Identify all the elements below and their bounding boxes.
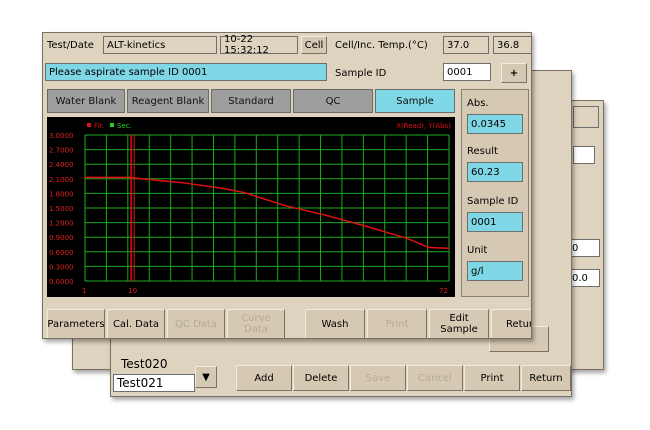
data-point (284, 204, 286, 207)
side-sample-id-label: Sample ID (467, 196, 519, 207)
sample-id-label: Sample ID (335, 68, 387, 79)
data-point (222, 187, 225, 190)
legend-swatch-sec (110, 123, 114, 127)
axis-title: X(Read), Y(Abs) (396, 122, 451, 130)
unit-label: Unit (467, 245, 488, 256)
data-point (84, 176, 86, 179)
main-window: Test/Date ALT-kinetics 10-22 15:32:12 Ce… (42, 32, 532, 339)
tab-water-blank[interactable]: Water Blank (47, 89, 125, 113)
y-tick-label: 2.1000 (49, 176, 74, 184)
dropdown-arrow-icon[interactable]: ▼ (195, 366, 217, 388)
cell-button[interactable]: Cell (301, 36, 327, 54)
qc-data-button[interactable]: QC Data (167, 309, 225, 338)
y-tick-label: 3.0000 (49, 132, 74, 140)
edit-sample-button[interactable]: Edit Sample (429, 309, 489, 338)
data-point (407, 237, 409, 240)
message-bar: Please aspirate sample ID 0001 (45, 63, 327, 81)
cal-data-button[interactable]: Cal. Data (107, 309, 165, 338)
back2-field-top[interactable] (573, 106, 599, 128)
result-value: 60.23 (467, 162, 523, 182)
legend-label: Sec. (117, 122, 132, 130)
temp-label: Cell/Inc. Temp.(°C) (335, 40, 428, 51)
return-button[interactable]: Return (521, 365, 571, 391)
y-tick-label: 0.3000 (49, 263, 74, 271)
test-name-field[interactable]: ALT-kinetics (103, 36, 217, 54)
y-tick-label: 1.5000 (49, 205, 74, 213)
y-tick-label: 2.7000 (49, 147, 74, 155)
temp-value-1: 37.0 (443, 36, 489, 54)
x-tick-label: 10 (128, 287, 137, 295)
data-point (130, 176, 132, 179)
curve-data-button[interactable]: Curve Data (227, 309, 285, 338)
tab-sample[interactable]: Sample (375, 89, 455, 113)
x-tick-label: 1 (82, 287, 86, 295)
data-point (181, 181, 184, 184)
data-point (325, 214, 327, 217)
abs-label: Abs. (467, 98, 489, 109)
abs-value: 0.0345 (467, 114, 523, 134)
plus-button[interactable]: + (501, 63, 527, 83)
list-item[interactable]: Test020 (121, 357, 168, 371)
back2-value-1[interactable]: 0 (568, 239, 600, 257)
y-tick-label: 1.2000 (49, 220, 74, 228)
absorbance-chart: 3.0000 2.7000 2.4000 2.1000 1.8000 1.5000 1.20… (47, 117, 455, 297)
x-tick-label: 72 (439, 287, 448, 295)
y-tick-label: 1.8000 (49, 190, 74, 198)
back2-field-1[interactable] (573, 146, 595, 164)
add-button[interactable]: Add (236, 365, 292, 391)
sample-id-field[interactable]: 0001 (443, 63, 491, 81)
list-item[interactable]: Test021 (113, 374, 195, 392)
unit-value: g/l (467, 261, 523, 281)
side-sample-id-value: 0001 (467, 212, 523, 232)
y-tick-label: 2.4000 (49, 161, 74, 169)
tab-standard[interactable]: Standard (211, 89, 291, 113)
parameters-button[interactable]: Parameters (47, 309, 105, 338)
data-point (140, 178, 143, 180)
delete-button[interactable]: Delete (293, 365, 349, 391)
tab-qc[interactable]: QC (293, 89, 373, 113)
y-tick-label: 0.9000 (49, 234, 74, 242)
wash-button[interactable]: Wash (305, 309, 365, 338)
chart-background (47, 117, 455, 297)
print-button[interactable]: Print (464, 365, 520, 391)
print-button[interactable]: Print (367, 309, 427, 338)
result-label: Result (467, 146, 498, 157)
back2-value-2[interactable]: 0.0 (568, 269, 600, 287)
test-date-label: Test/Date (47, 40, 94, 51)
data-point (427, 246, 430, 249)
data-point (448, 247, 450, 250)
legend-label: Fir. (94, 122, 104, 130)
y-tick-label: 0.0000 (49, 278, 74, 286)
save-button[interactable]: Save (350, 365, 406, 391)
datetime-field: 10-22 15:32:12 (220, 34, 298, 56)
data-point (243, 191, 245, 194)
legend-swatch-fir (87, 123, 91, 127)
tab-reagent-blank[interactable]: Reagent Blank (127, 89, 209, 113)
data-point (366, 225, 368, 228)
y-tick-label: 0.6000 (49, 249, 74, 257)
cancel-button[interactable]: Cancel (407, 365, 463, 391)
temp-value-2: 36.8 (493, 36, 531, 54)
return-button[interactable]: Return (491, 309, 531, 338)
